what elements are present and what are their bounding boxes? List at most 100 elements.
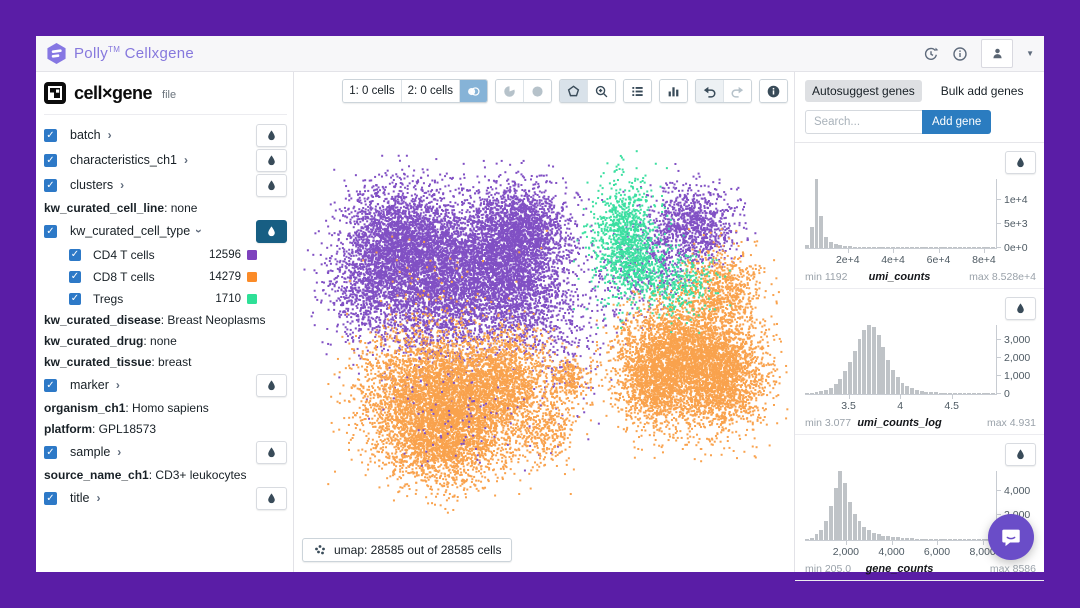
user-menu-caret-icon[interactable]: ▼ [1026, 49, 1034, 58]
category-label[interactable]: characteristics_ch1 [70, 153, 177, 167]
chevron-down-icon[interactable]: › [192, 229, 206, 233]
tab-bulk-add-genes[interactable]: Bulk add genes [934, 80, 1031, 102]
x-tick-label: 2e+4 [836, 254, 860, 266]
info-icon[interactable] [952, 46, 968, 62]
colorby-characteristics_ch1-button[interactable] [256, 149, 287, 172]
category-checkbox[interactable]: ✓ [44, 179, 57, 192]
category-checkbox[interactable]: ✓ [44, 225, 57, 238]
droplet-icon [1015, 448, 1026, 461]
umap-scatter-plot[interactable] [294, 72, 794, 572]
category-label[interactable]: sample [70, 445, 110, 459]
hist-bar [853, 351, 857, 394]
category-row-title[interactable]: ✓ title › [44, 486, 287, 510]
colorby-kw_curated_cell_type-button[interactable] [256, 220, 287, 243]
category-row-batch[interactable]: ✓ batch › [44, 123, 287, 147]
metadata-label: kw_curated_tissue [44, 355, 151, 369]
chevron-right-icon[interactable]: › [184, 153, 188, 167]
category-row-sample[interactable]: ✓ sample › [44, 440, 287, 464]
y-tick-label: 1,000 [1004, 370, 1030, 382]
user-menu-button[interactable] [981, 39, 1013, 68]
hist-bar [834, 384, 838, 394]
hist-bar [872, 327, 876, 394]
droplet-icon [266, 154, 277, 167]
category-row-marker[interactable]: ✓ marker › [44, 373, 287, 397]
hist-bar [867, 530, 871, 540]
category-label[interactable]: title [70, 491, 89, 505]
clip-chart-button[interactable] [660, 80, 687, 102]
embedding-label: umap: 28585 out of 28585 cells [334, 543, 501, 557]
y-tick-label: 1e+4 [1004, 194, 1028, 206]
colorby-umi_counts_log-button[interactable] [1005, 297, 1036, 320]
tab-autosuggest-genes[interactable]: Autosuggest genes [805, 80, 922, 102]
category-row-kw_curated_cell_type[interactable]: ✓ kw_curated_cell_type› [44, 219, 287, 243]
droplet-icon [1015, 302, 1026, 315]
colorby-marker-button[interactable] [256, 374, 287, 397]
value-label: CD4 T cells [93, 248, 155, 262]
category-label[interactable]: marker [70, 378, 109, 392]
category-checkbox[interactable]: ✓ [44, 379, 57, 392]
colorby-clusters-button[interactable] [256, 174, 287, 197]
hist-plot[interactable]: 4,0002,0002,0004,0006,0008,000 [805, 471, 996, 540]
category-checkbox[interactable]: ✓ [44, 129, 57, 142]
hist-max-label: max 8.528e+4 [969, 271, 1036, 283]
value-checkbox[interactable]: ✓ [69, 271, 81, 283]
hist-plot[interactable]: 1e+45e+30e+02e+44e+46e+48e+4 [805, 179, 996, 248]
hist-plot[interactable]: 3,0002,0001,00003.544.5 [805, 325, 996, 394]
app-title: PollyTM Cellxgene [74, 45, 194, 62]
droplet-icon [266, 179, 277, 192]
category-row-clusters[interactable]: ✓ clusters › [44, 173, 287, 197]
lasso-tool-button[interactable] [560, 80, 587, 102]
chevron-right-icon[interactable]: › [96, 491, 100, 505]
value-checkbox[interactable]: ✓ [69, 249, 81, 261]
category-value-row[interactable]: ✓CD4 T cells12596 [44, 244, 287, 266]
chevron-right-icon[interactable]: › [116, 378, 120, 392]
colorby-umi_counts-button[interactable] [1005, 151, 1036, 174]
category-checkbox[interactable]: ✓ [44, 154, 57, 167]
y-axis [996, 325, 997, 394]
add-gene-button[interactable]: Add gene [922, 110, 991, 134]
history-icon[interactable] [923, 46, 939, 62]
layout-choice-button[interactable] [624, 80, 651, 102]
category-label[interactable]: kw_curated_cell_type [70, 224, 190, 238]
category-checkbox[interactable]: ✓ [44, 492, 57, 505]
zoom-in-button[interactable] [587, 80, 615, 102]
x-tick-label: 3.5 [841, 400, 856, 412]
category-checkbox[interactable]: ✓ [44, 446, 57, 459]
chevron-right-icon[interactable]: › [120, 178, 124, 192]
hist-bar [862, 527, 866, 540]
colorby-gene_counts-button[interactable] [1005, 443, 1036, 466]
undo-button[interactable] [696, 80, 723, 102]
colorby-batch-button[interactable] [256, 124, 287, 147]
selection1-button[interactable]: 1: 0 cells [343, 80, 400, 102]
chevron-right-icon[interactable]: › [108, 128, 112, 142]
graph-info-button[interactable] [760, 80, 787, 102]
chevron-right-icon[interactable]: › [117, 445, 121, 459]
category-value-row[interactable]: ✓CD8 T cells14279 [44, 266, 287, 288]
hist-bar [843, 483, 847, 540]
category-label[interactable]: batch [70, 128, 101, 142]
selection2-button[interactable]: 2: 0 cells [401, 80, 459, 102]
diff-selection-button[interactable] [459, 80, 487, 102]
hist-bar [848, 502, 852, 540]
gene-search-input[interactable] [805, 110, 922, 134]
hist-bar [891, 370, 895, 394]
category-row-characteristics_ch1[interactable]: ✓ characteristics_ch1 › [44, 148, 287, 172]
metadata-row-source_name_ch1: source_name_ch1: CD3+ leukocytes [44, 465, 287, 485]
metadata-label: source_name_ch1 [44, 468, 149, 482]
user-icon [990, 46, 1005, 61]
hist-bar [862, 330, 866, 394]
info-filled-icon [766, 84, 781, 99]
redo-button[interactable] [723, 80, 751, 102]
pie-tool-button[interactable] [496, 80, 523, 102]
value-checkbox[interactable]: ✓ [69, 293, 81, 305]
x-tick-label: 8e+4 [972, 254, 996, 266]
polygon-lasso-icon [566, 84, 581, 99]
colorby-sample-button[interactable] [256, 441, 287, 464]
category-value-row[interactable]: ✓Tregs1710 [44, 288, 287, 310]
circle-tool-button[interactable] [523, 80, 551, 102]
embedding-choice-button[interactable]: umap: 28585 out of 28585 cells [302, 538, 512, 562]
chat-launcher-button[interactable] [988, 514, 1034, 560]
category-label[interactable]: clusters [70, 178, 113, 192]
metadata-value: : none [143, 334, 176, 348]
colorby-title-button[interactable] [256, 487, 287, 510]
